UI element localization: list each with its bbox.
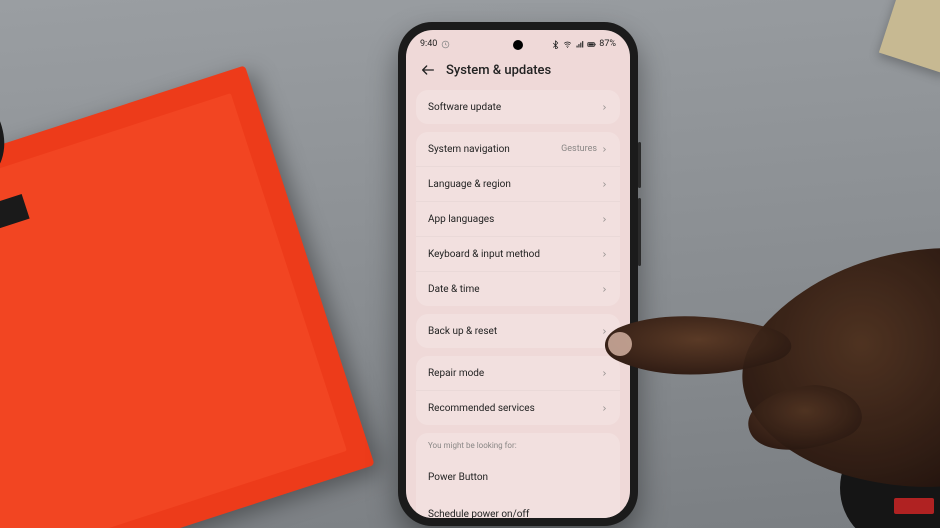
phone-device: 9:40 87% System & updates (398, 22, 638, 526)
settings-row-language-region[interactable]: Language & region (416, 166, 620, 201)
chevron-right-icon (601, 216, 608, 223)
scene-desk: 13 9:40 87% (0, 0, 940, 528)
settings-row-app-languages[interactable]: App languages (416, 201, 620, 236)
settings-row-backup-reset[interactable]: Back up & reset (416, 314, 620, 348)
bluetooth-icon (551, 40, 560, 49)
phone-side-button-1 (638, 142, 641, 188)
suggestion-row-schedule-power[interactable]: Schedule power on/off (416, 493, 620, 518)
row-label: Keyboard & input method (428, 249, 540, 260)
page-header: System & updates (406, 58, 630, 90)
row-label: System navigation (428, 144, 510, 155)
suggestion-row-power-button[interactable]: Power Button (416, 456, 620, 493)
phone-side-button-2 (638, 198, 641, 266)
settings-row-repair-mode[interactable]: Repair mode (416, 356, 620, 390)
chevron-right-icon (601, 405, 608, 412)
row-label: Software update (428, 102, 501, 113)
suggestion-label: Schedule power on/off (428, 509, 529, 518)
settings-row-software-update[interactable]: Software update (416, 90, 620, 124)
settings-row-date-time[interactable]: Date & time (416, 271, 620, 306)
settings-row-keyboard-input[interactable]: Keyboard & input method (416, 236, 620, 271)
status-battery-percent: 87% (599, 39, 616, 49)
row-label: Repair mode (428, 368, 484, 379)
suggestion-label: Power Button (428, 472, 488, 483)
row-label: Recommended services (428, 403, 535, 414)
page-title: System & updates (446, 63, 551, 78)
settings-row-recommended-services[interactable]: Recommended services (416, 390, 620, 425)
settings-group: System navigation Gestures Language & re… (416, 132, 620, 306)
chevron-right-icon (601, 328, 608, 335)
chevron-right-icon (601, 181, 608, 188)
row-value: Gestures (561, 144, 597, 154)
camera-punch-hole (513, 40, 523, 50)
battery-icon (587, 40, 596, 49)
settings-group: Back up & reset (416, 314, 620, 348)
chevron-right-icon (601, 104, 608, 111)
row-label: Language & region (428, 179, 511, 190)
settings-group: Repair mode Recommended services (416, 356, 620, 425)
suggestions-group: You might be looking for: Power Button S… (416, 433, 620, 518)
settings-group: Software update (416, 90, 620, 124)
settings-content: Software update System navigation Gestur… (406, 90, 630, 518)
settings-row-system-navigation[interactable]: System navigation Gestures (416, 132, 620, 166)
row-label: Back up & reset (428, 326, 497, 337)
chevron-right-icon (601, 286, 608, 293)
chevron-right-icon (601, 251, 608, 258)
clock-icon (441, 40, 450, 49)
prop-top-right (879, 0, 940, 74)
watermark (894, 498, 934, 514)
suggestions-title: You might be looking for: (416, 433, 620, 456)
chevron-right-icon (601, 370, 608, 377)
back-icon[interactable] (420, 62, 436, 78)
row-label: Date & time (428, 284, 480, 295)
product-box: 13 (0, 65, 375, 528)
chevron-right-icon (601, 146, 608, 153)
status-time: 9:40 (420, 39, 437, 49)
signal-icon (575, 40, 584, 49)
wifi-icon (563, 40, 572, 49)
row-label: App languages (428, 214, 494, 225)
phone-screen: 9:40 87% System & updates (406, 30, 630, 518)
